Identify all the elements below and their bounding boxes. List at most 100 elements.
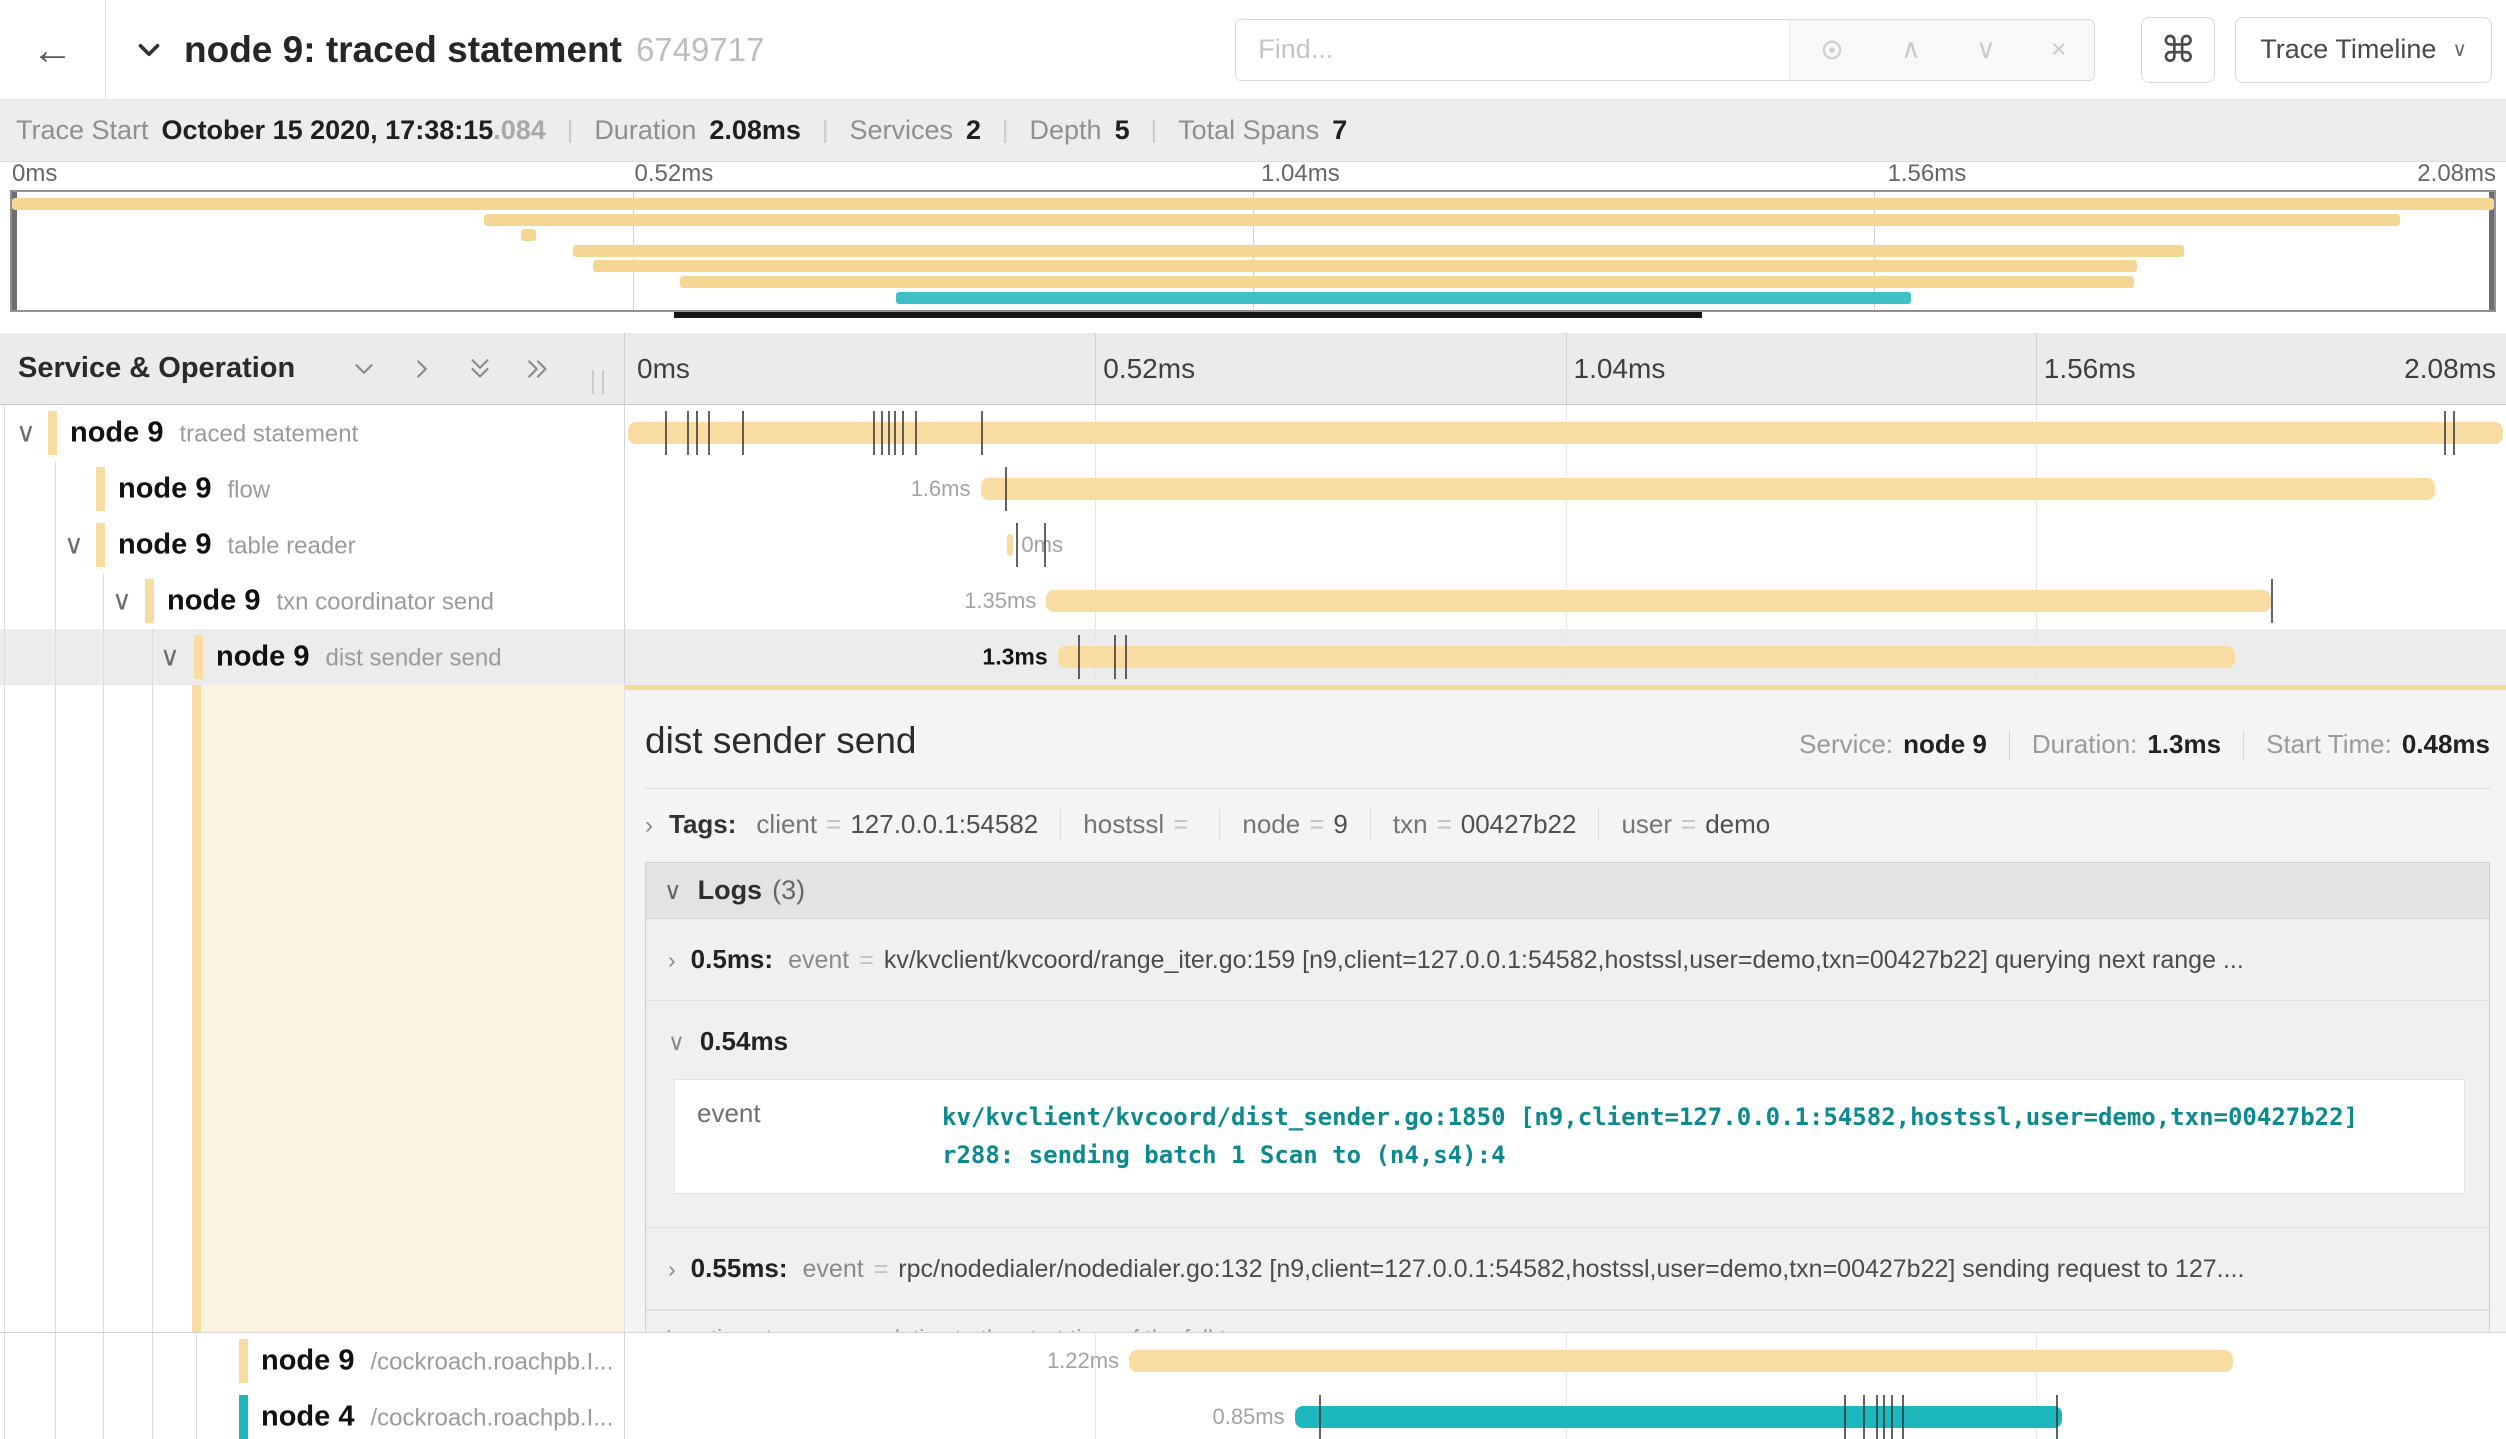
span-duration-bar[interactable]: [1058, 646, 2236, 668]
tree-depth-guide: [103, 1333, 104, 1389]
chevron-down-icon: ∨: [668, 1029, 685, 1056]
expand-all-icon[interactable]: [523, 354, 553, 384]
span-expander-icon[interactable]: ∨: [16, 418, 36, 449]
span-row-name-cell[interactable]: ∨node 9txn coordinator send: [0, 573, 625, 629]
stat-value: 7: [1332, 115, 1347, 146]
service-name: node 9: [216, 641, 309, 673]
prev-match-icon[interactable]: ∧: [1901, 34, 1921, 65]
log-marker-tick: [1891, 1395, 1893, 1439]
span-duration-bar[interactable]: [1129, 1350, 2233, 1372]
span-row-timeline-cell[interactable]: 1.6ms: [625, 461, 2506, 517]
log-marker-tick: [742, 411, 744, 455]
operation-name: /cockroach.roachpb.I...: [370, 1349, 613, 1376]
span-row-label: node 9traced statement: [70, 417, 358, 450]
span-color-bar: [239, 1339, 248, 1383]
axis-tick-label: 0.52ms: [635, 160, 714, 188]
span-row-timeline-cell[interactable]: 1.3ms: [625, 629, 2506, 685]
trace-view-selector[interactable]: Trace Timeline ∨: [2235, 17, 2492, 83]
span-row-timeline-cell[interactable]: [625, 405, 2506, 461]
tree-depth-guide: [103, 629, 104, 685]
service-value: node 9: [1903, 729, 1987, 760]
log-field-key: event: [788, 946, 849, 975]
span-row-name-cell[interactable]: node 9/cockroach.roachpb.I...: [0, 1333, 625, 1389]
span-row[interactable]: node 9/cockroach.roachpb.I...1.22ms: [0, 1333, 2506, 1389]
span-row[interactable]: ∨node 9dist sender send1.3ms: [0, 629, 2506, 685]
tree-depth-guide: [196, 1389, 197, 1439]
focus-match-icon[interactable]: [1818, 36, 1846, 64]
span-row-name-cell[interactable]: node 9flow: [0, 461, 625, 517]
expand-one-icon[interactable]: [407, 354, 437, 384]
span-row[interactable]: node 4/cockroach.roachpb.I...0.85ms: [0, 1389, 2506, 1439]
stat-item: Total Spans7: [1178, 115, 1347, 146]
span-row-name-cell[interactable]: ∨ node 9table reader: [0, 517, 625, 573]
span-color-bar: [96, 467, 105, 511]
minimap-span-bar: [593, 260, 2137, 272]
log-marker-tick: [2453, 411, 2455, 455]
span-row[interactable]: ∨ node 9table reader 0ms: [0, 517, 2506, 573]
tags-accordion[interactable]: › Tags: client=127.0.0.1:54582hostssl=no…: [645, 809, 2490, 840]
span-row-timeline-cell[interactable]: 0ms: [625, 517, 2506, 573]
span-expander-icon[interactable]: ∨: [112, 586, 132, 617]
span-duration-label: 0ms: [1021, 532, 1063, 558]
span-row-name-cell[interactable]: ∨ node 9traced statement: [0, 405, 625, 461]
find-input[interactable]: [1236, 20, 1789, 80]
stat-separator: |: [1002, 116, 1009, 145]
tag-pill[interactable]: txn=00427b22: [1371, 809, 1600, 840]
span-duration-label: 1.3ms: [982, 644, 1047, 671]
title-expander-icon[interactable]: [132, 33, 166, 67]
span-row[interactable]: node 9flow1.6ms: [0, 461, 2506, 517]
span-duration-bar[interactable]: [1046, 590, 2271, 612]
collapse-all-icon[interactable]: [465, 354, 495, 384]
span-row-name-cell[interactable]: ∨node 9dist sender send: [0, 629, 625, 685]
span-row-timeline-cell[interactable]: 1.35ms: [625, 573, 2506, 629]
clear-find-icon[interactable]: ×: [2051, 34, 2067, 65]
log-field-equals: =: [859, 946, 874, 975]
log-marker-tick: [687, 411, 689, 455]
span-duration-bar[interactable]: [628, 422, 2503, 444]
minimap-canvas[interactable]: [10, 190, 2496, 312]
back-button[interactable]: ←: [0, 0, 106, 99]
log-marker-tick: [881, 411, 883, 455]
span-duration-bar[interactable]: [981, 478, 2435, 500]
minimap-span-bar: [680, 276, 2134, 288]
span-duration-bar[interactable]: [1007, 534, 1014, 556]
stat-label: Services: [849, 115, 953, 146]
chevron-right-icon: ›: [668, 947, 676, 974]
command-icon: ⌘: [2160, 29, 2196, 71]
minimap-scroll-thumb[interactable]: [674, 312, 1701, 318]
tag-equals: =: [1173, 809, 1188, 839]
next-match-icon[interactable]: ∨: [1976, 34, 1996, 65]
span-row-label: node 9table reader: [118, 529, 356, 562]
span-row-name-cell[interactable]: node 4/cockroach.roachpb.I...: [0, 1389, 625, 1439]
stat-value: 5: [1115, 115, 1130, 146]
tag-pill[interactable]: hostssl=: [1061, 809, 1220, 840]
log-entry[interactable]: ∨0.54mseventkv/kvclient/kvcoord/dist_sen…: [646, 1001, 2489, 1228]
log-entry[interactable]: ›0.55ms:event=rpc/nodedialer/nodedialer.…: [646, 1228, 2489, 1310]
logs-header[interactable]: ∨ Logs (3): [646, 863, 2489, 919]
log-field-key: event: [697, 1098, 942, 1175]
stat-label: Trace Start: [16, 115, 149, 146]
tag-value: 9: [1333, 809, 1347, 839]
log-entry[interactable]: ›0.5ms:event=kv/kvclient/kvcoord/range_i…: [646, 919, 2489, 1001]
span-detail-indent: [0, 685, 625, 1332]
span-duration-bar[interactable]: [1295, 1406, 2062, 1428]
span-row-timeline-cell[interactable]: 1.22ms: [625, 1333, 2506, 1389]
tag-key: user: [1621, 809, 1672, 839]
operation-name: txn coordinator send: [276, 589, 493, 616]
timeline-gridline: [1095, 1389, 1096, 1439]
span-row[interactable]: ∨node 9txn coordinator send1.35ms: [0, 573, 2506, 629]
tag-pill[interactable]: node=9: [1220, 809, 1371, 840]
span-row[interactable]: ∨ node 9traced statement: [0, 405, 2506, 461]
tag-pill[interactable]: client=127.0.0.1:54582: [756, 809, 1061, 840]
span-expander-icon[interactable]: ∨: [160, 642, 180, 673]
tag-pill[interactable]: user=demo: [1599, 809, 1792, 840]
detail-indent-fill: [201, 685, 624, 1332]
collapse-one-icon[interactable]: [349, 354, 379, 384]
keyboard-shortcuts-button[interactable]: ⌘: [2141, 17, 2215, 83]
axis-tick-label: 1.04ms: [1261, 160, 1340, 188]
stat-value-suffix: .084: [493, 115, 546, 146]
column-resizer-handle[interactable]: [592, 370, 604, 394]
span-expander-icon[interactable]: ∨: [64, 530, 84, 561]
tree-depth-guide: [152, 685, 153, 1332]
span-row-timeline-cell[interactable]: 0.85ms: [625, 1389, 2506, 1439]
